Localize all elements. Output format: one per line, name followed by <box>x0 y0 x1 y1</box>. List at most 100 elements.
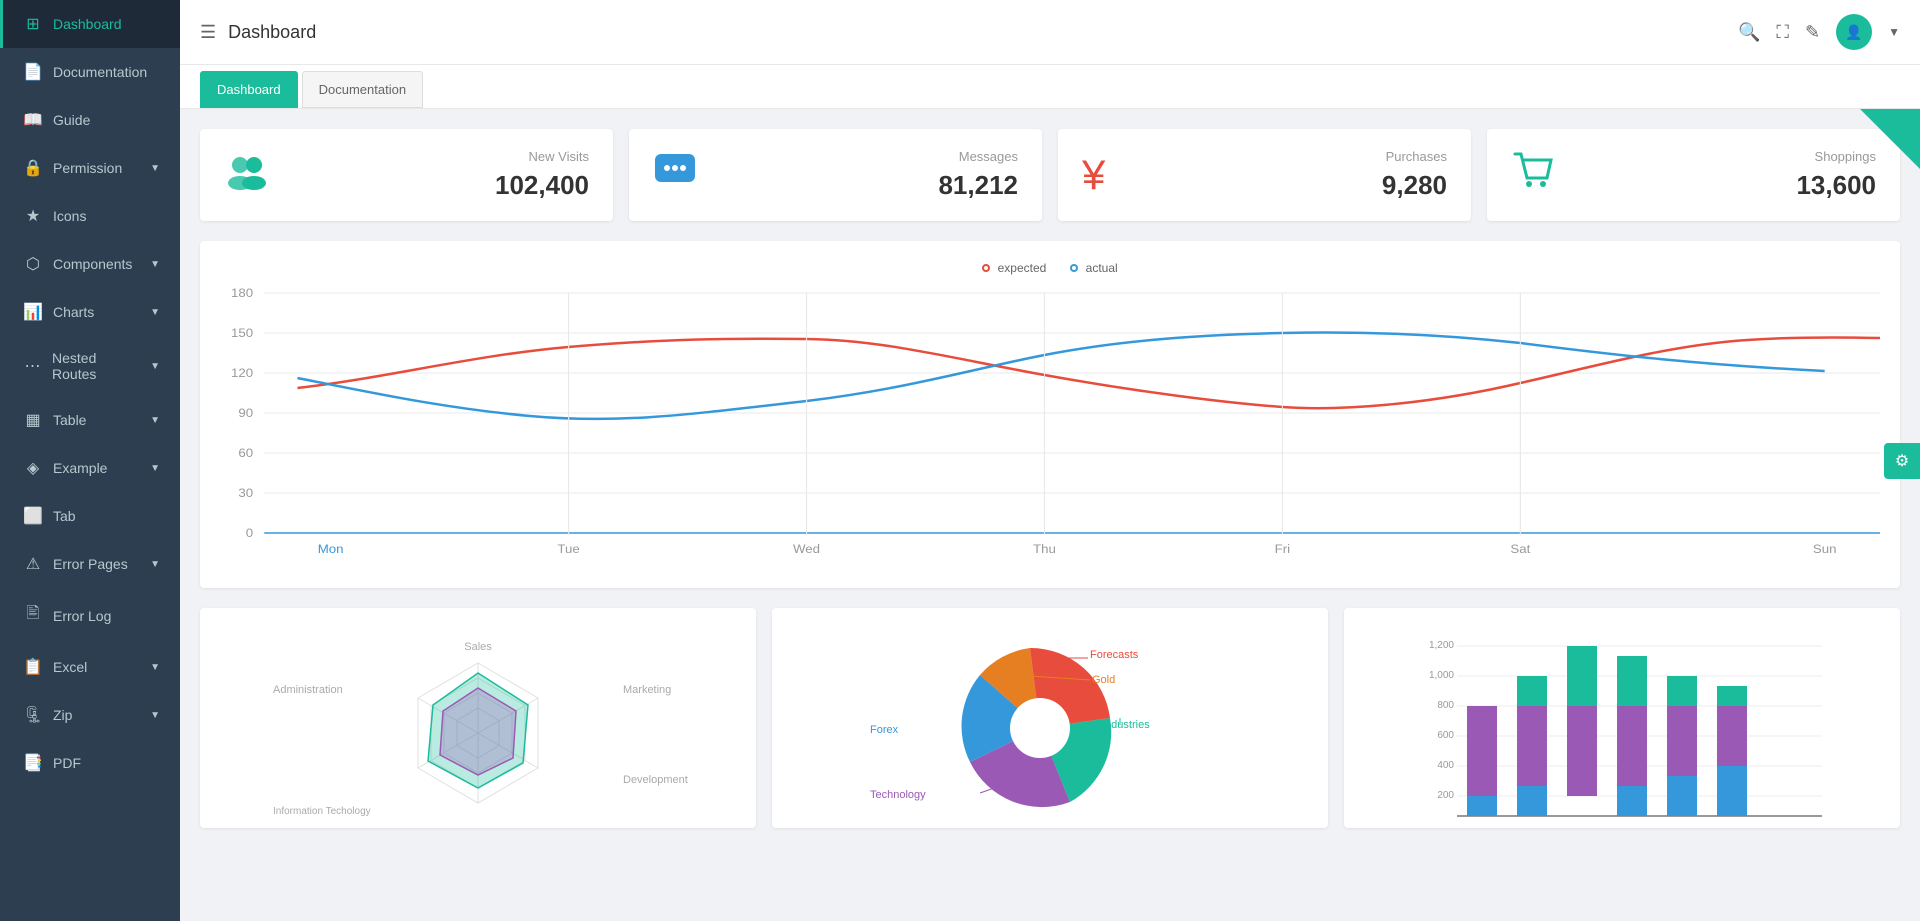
svg-text:180: 180 <box>231 287 253 300</box>
svg-text:1,200: 1,200 <box>1429 640 1454 651</box>
stat-info-shoppings: Shoppings 13,600 <box>1571 149 1876 201</box>
sidebar-item-label: Charts <box>53 304 94 320</box>
error-log-icon: 🖹 <box>23 602 43 629</box>
svg-text:Administration: Administration <box>273 684 343 696</box>
stat-info-purchases: Purchases 9,280 <box>1121 149 1447 201</box>
messages-icon <box>653 150 697 200</box>
avatar[interactable]: 👤 <box>1836 14 1872 50</box>
sidebar-item-table[interactable]: ▦ Table ▼ <box>0 396 180 444</box>
menu-icon[interactable]: ☰ <box>200 22 216 43</box>
sidebar-item-guide[interactable]: 📖 Guide <box>0 96 180 144</box>
icons-icon: ★ <box>23 206 43 226</box>
sidebar-item-label: Zip <box>53 707 72 723</box>
svg-text:Sun: Sun <box>1813 543 1837 556</box>
sidebar-item-nested-routes[interactable]: ⋯ Nested Routes ▼ <box>0 336 180 396</box>
expected-legend-dot <box>982 264 990 272</box>
table-icon: ▦ <box>23 410 43 430</box>
sidebar-item-excel[interactable]: 📋 Excel ▼ <box>0 643 180 691</box>
svg-text:0: 0 <box>246 527 253 540</box>
sidebar-item-tab[interactable]: ⬜ Tab <box>0 492 180 540</box>
header: ☰ Dashboard 🔍 ⛶ ✎ 👤 ▼ <box>180 0 1920 65</box>
header-right: 🔍 ⛶ ✎ 👤 ▼ <box>1738 14 1900 50</box>
svg-text:150: 150 <box>231 327 253 340</box>
svg-text:Technology: Technology <box>870 789 926 801</box>
sidebar-item-error-log[interactable]: 🖹 Error Log <box>0 588 180 643</box>
sidebar-item-label: Table <box>53 412 86 428</box>
stat-card-new-visits: New Visits 102,400 <box>200 129 613 221</box>
chevron-down-icon: ▼ <box>150 415 160 426</box>
chevron-down-icon: ▼ <box>150 163 160 174</box>
float-settings-button[interactable]: ⚙ <box>1884 443 1920 479</box>
sidebar-item-icons[interactable]: ★ Icons <box>0 192 180 240</box>
sidebar-item-example[interactable]: ◈ Example ▼ <box>0 444 180 492</box>
svg-text:Gold: Gold <box>1092 674 1115 686</box>
tabs-bar: Dashboard Documentation <box>180 65 1920 109</box>
components-icon: ⬡ <box>23 254 43 274</box>
stat-value: 13,600 <box>1571 170 1876 201</box>
new-visits-icon <box>224 151 272 200</box>
purchases-icon: ¥ <box>1082 151 1105 199</box>
bar-chart-card: 1,200 1,000 800 600 400 200 <box>1344 608 1900 828</box>
sidebar-item-dashboard[interactable]: ⊞ Dashboard <box>0 0 180 48</box>
stat-label: Messages <box>713 149 1018 164</box>
sidebar-item-label: Error Pages <box>53 556 128 572</box>
sidebar-item-error-pages[interactable]: ⚠ Error Pages ▼ <box>0 540 180 588</box>
sidebar-item-label: Dashboard <box>53 16 122 32</box>
sidebar-item-label: Tab <box>53 508 76 524</box>
chevron-down-icon: ▼ <box>150 710 160 721</box>
tab-documentation[interactable]: Documentation <box>302 71 423 108</box>
sidebar-item-zip[interactable]: 🗜 Zip ▼ <box>0 691 180 739</box>
excel-icon: 📋 <box>23 657 43 677</box>
stat-card-messages: Messages 81,212 <box>629 129 1042 221</box>
svg-text:Thu: Thu <box>1033 543 1056 556</box>
shoppings-icon <box>1511 150 1555 200</box>
sidebar-item-permission[interactable]: 🔒 Permission ▼ <box>0 144 180 192</box>
sidebar-item-components[interactable]: ⬡ Components ▼ <box>0 240 180 288</box>
dashboard-icon: ⊞ <box>23 14 43 34</box>
sidebar-item-pdf[interactable]: 📑 PDF <box>0 739 180 787</box>
svg-text:600: 600 <box>1437 730 1454 741</box>
fullscreen-icon[interactable]: ⛶ <box>1776 22 1789 43</box>
header-left: ☰ Dashboard <box>200 22 316 43</box>
svg-text:200: 200 <box>1437 790 1454 801</box>
stat-label: Purchases <box>1121 149 1447 164</box>
tab-dashboard[interactable]: Dashboard <box>200 71 298 108</box>
radar-chart-card: Sales Marketing Development Information … <box>200 608 756 828</box>
sidebar-item-label: Permission <box>53 160 122 176</box>
svg-text:Tue: Tue <box>557 543 579 556</box>
chart-legend: expected actual <box>220 261 1880 275</box>
svg-text:Mon: Mon <box>318 543 344 556</box>
stat-card-shoppings: Shoppings 13,600 <box>1487 129 1900 221</box>
actual-line <box>297 332 1824 419</box>
svg-text:Information Techology: Information Techology <box>273 806 371 817</box>
sidebar-item-label: Guide <box>53 112 90 128</box>
stats-row: New Visits 102,400 Messages 81,212 <box>200 129 1900 221</box>
chevron-down-icon[interactable]: ▼ <box>1888 25 1900 39</box>
actual-legend-dot <box>1070 264 1078 272</box>
sidebar-item-documentation[interactable]: 📄 Documentation <box>0 48 180 96</box>
stat-card-purchases: ¥ Purchases 9,280 <box>1058 129 1471 221</box>
main-area: ☰ Dashboard 🔍 ⛶ ✎ 👤 ▼ Dashboard Document… <box>180 0 1920 921</box>
zip-icon: 🗜 <box>23 705 43 725</box>
svg-text:30: 30 <box>238 487 253 500</box>
svg-text:800: 800 <box>1437 700 1454 711</box>
tab-icon: ⬜ <box>23 506 43 526</box>
line-chart-svg: 180 150 120 90 60 30 0 Mon Tue Wed Thu F… <box>220 283 1880 563</box>
sidebar-item-label: Example <box>53 460 107 476</box>
sidebar-item-label: Components <box>53 256 132 272</box>
pie-chart-svg: Forecasts Gold Industries Forex Technolo… <box>792 628 1308 828</box>
sidebar-item-label: Excel <box>53 659 87 675</box>
sidebar-item-label: Icons <box>53 208 86 224</box>
search-icon[interactable]: 🔍 <box>1738 22 1760 43</box>
stat-value: 81,212 <box>713 170 1018 201</box>
bar-chart-svg: 1,200 1,000 800 600 400 200 <box>1364 628 1880 828</box>
stat-value: 102,400 <box>288 170 589 201</box>
sidebar-item-charts[interactable]: 📊 Charts ▼ <box>0 288 180 336</box>
stat-label: New Visits <box>288 149 589 164</box>
line-chart-card: expected actual 180 150 120 <box>200 241 1900 588</box>
svg-text:Marketing: Marketing <box>623 684 671 696</box>
settings-icon[interactable]: ✎ <box>1805 22 1820 43</box>
chevron-down-icon: ▼ <box>150 307 160 318</box>
stat-info-messages: Messages 81,212 <box>713 149 1018 201</box>
stat-value: 9,280 <box>1121 170 1447 201</box>
